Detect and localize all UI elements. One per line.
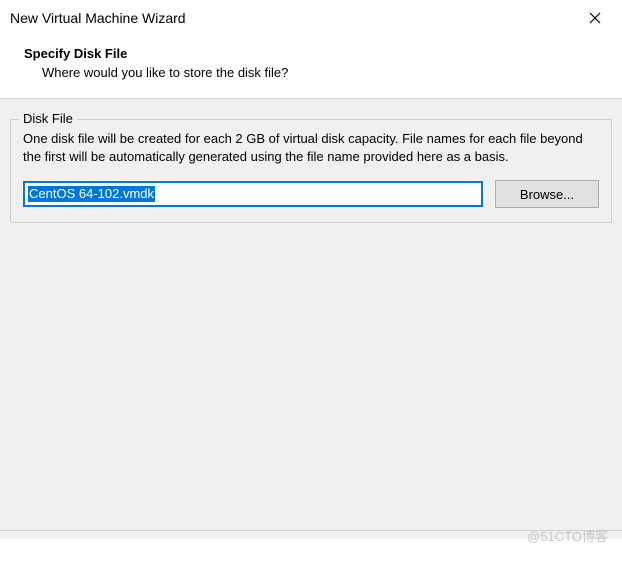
wizard-header: Specify Disk File Where would you like t… bbox=[0, 36, 622, 98]
page-title: Specify Disk File bbox=[24, 46, 606, 61]
browse-button[interactable]: Browse... bbox=[495, 180, 599, 208]
close-button[interactable] bbox=[582, 5, 608, 31]
disk-file-input[interactable]: CentOS 64-102.vmdk bbox=[23, 181, 483, 207]
footer-separator bbox=[0, 530, 622, 531]
disk-file-input-value: CentOS 64-102.vmdk bbox=[28, 186, 155, 202]
fieldset-legend: Disk File bbox=[19, 111, 77, 126]
disk-file-fieldset: Disk File One disk file will be created … bbox=[10, 119, 612, 223]
input-row: CentOS 64-102.vmdk Browse... bbox=[23, 180, 599, 208]
page-subtitle: Where would you like to store the disk f… bbox=[24, 65, 606, 80]
close-icon bbox=[589, 12, 601, 24]
content-area: Disk File One disk file will be created … bbox=[0, 99, 622, 539]
window-title: New Virtual Machine Wizard bbox=[10, 10, 186, 26]
title-bar: New Virtual Machine Wizard bbox=[0, 0, 622, 36]
disk-file-description: One disk file will be created for each 2… bbox=[23, 130, 599, 166]
